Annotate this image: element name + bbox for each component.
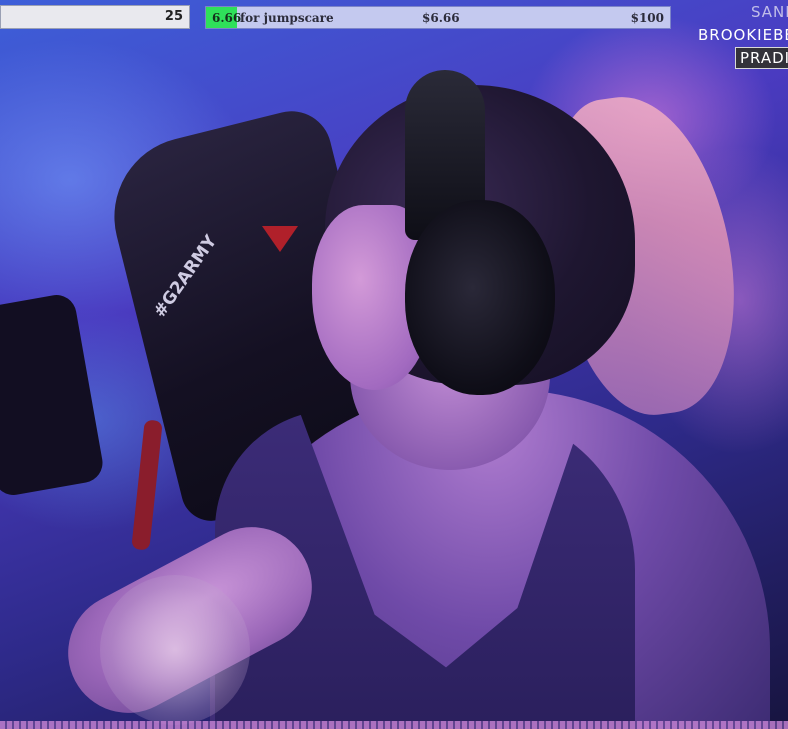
event-feed-name: SANI [751,3,788,21]
dark-left-shape [0,291,106,499]
goal-title: for jumpscare [240,11,334,25]
event-feed-name-highlighted: PRADI [735,47,788,69]
event-feed-name: BROOKIEBE [698,26,788,44]
chair-brand-logo-icon [262,226,298,252]
stream-frame: #G2ARMY 25 6.66 for jumpscare $6.66 $100… [0,0,788,729]
counter-value: 25 [164,9,183,24]
donation-goal-bar: 6.66 for jumpscare $6.66 $100 [205,6,671,29]
counter-widget: 25 [0,5,190,29]
goal-target-amount: $100 [630,11,664,25]
chair-red-stripe [131,419,163,551]
goal-current-amount: $6.66 [422,11,460,25]
audio-visualizer [0,721,788,729]
fluffy-item [100,575,250,725]
headphone-earcup [405,200,555,395]
goal-amount-label: 6.66 [212,11,242,25]
